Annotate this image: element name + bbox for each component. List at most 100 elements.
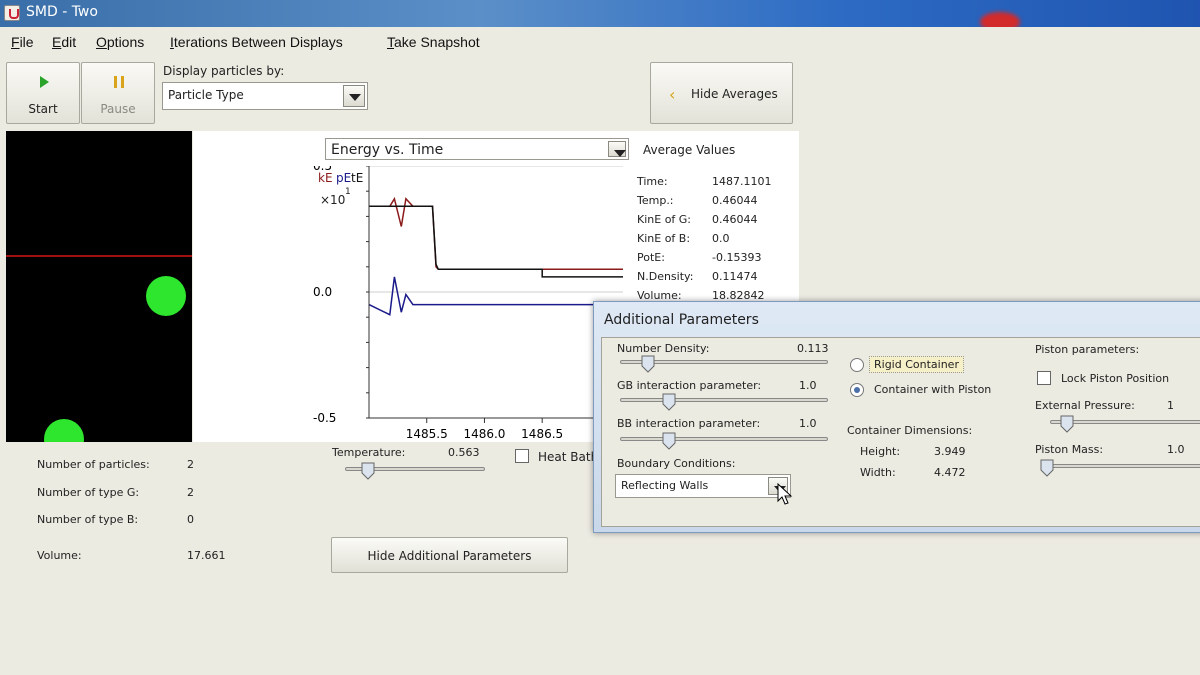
bb-param-slider-track[interactable] <box>620 437 828 441</box>
average-label: N.Density: <box>637 270 694 283</box>
menu-bar: File Edit Options Iterations Between Dis… <box>0 27 1200 57</box>
menu-file[interactable]: File <box>11 34 34 50</box>
height-label: Height: <box>860 445 901 458</box>
num-particles-value: 2 <box>187 458 194 471</box>
container-with-piston-label[interactable]: Container with Piston <box>874 383 991 396</box>
heat-bath-label: Heat Bath <box>538 450 599 464</box>
heat-bath-checkbox[interactable] <box>515 449 529 463</box>
num-particles-label: Number of particles: <box>37 458 150 471</box>
average-label: PotE: <box>637 251 665 264</box>
average-value: 0.11474 <box>712 270 758 283</box>
num-type-b-label: Number of type B: <box>37 513 139 526</box>
pause-button[interactable]: Pause <box>81 62 155 124</box>
x-tick-label: 1486.5 <box>521 427 563 441</box>
title-bar: SMD - Two <box>0 0 1200 32</box>
num-type-b-value: 0 <box>187 513 194 526</box>
average-value: 0.46044 <box>712 213 758 226</box>
hide-additional-label: Hide Additional Parameters <box>367 549 532 563</box>
x-tick-label: 1486.0 <box>463 427 505 441</box>
bb-param-slider[interactable] <box>662 432 676 450</box>
temperature-slider[interactable] <box>361 462 375 480</box>
external-pressure-value: 1 <box>1167 399 1174 412</box>
menu-options[interactable]: Options <box>96 34 144 50</box>
average-label: KinE of G: <box>637 213 692 226</box>
number-density-label: Number Density: <box>617 342 710 355</box>
boundary-conditions-label: Boundary Conditions: <box>617 457 736 470</box>
average-value: 0.0 <box>712 232 730 245</box>
piston-mass-label: Piston Mass: <box>1035 443 1104 456</box>
piston-line[interactable] <box>6 255 192 257</box>
menu-iterations[interactable]: Iterations Between Displays <box>170 34 343 50</box>
play-icon <box>40 76 49 88</box>
additional-parameters-window[interactable]: Additional Parameters Number Density: 0.… <box>593 301 1200 533</box>
temperature-value: 0.563 <box>448 446 480 459</box>
piston-mass-value: 1.0 <box>1167 443 1185 456</box>
series-line-tE <box>369 205 623 278</box>
mouse-cursor-icon <box>777 483 793 505</box>
chevron-left-icon: ‹ <box>669 85 676 104</box>
gb-param-value: 1.0 <box>799 379 817 392</box>
display-particles-select[interactable]: Particle Type <box>162 82 368 110</box>
particle-g <box>44 419 84 442</box>
boundary-conditions-value: Reflecting Walls <box>621 479 709 492</box>
volume-value: 17.661 <box>187 549 226 562</box>
simulation-canvas[interactable] <box>6 131 192 442</box>
boundary-conditions-select[interactable]: Reflecting Walls <box>615 474 791 498</box>
gb-param-label: GB interaction parameter: <box>617 379 762 392</box>
piston-mass-slider[interactable] <box>1040 459 1054 477</box>
num-type-g-value: 2 <box>187 486 194 499</box>
y-tick-label: 0.0 <box>313 285 332 299</box>
piston-parameters-header: Piston parameters: <box>1035 343 1140 356</box>
y-tick-label: -0.5 <box>313 411 336 425</box>
start-button[interactable]: Start <box>6 62 80 124</box>
hide-averages-label: Hide Averages <box>691 87 778 101</box>
start-label: Start <box>28 102 58 116</box>
width-value: 4.472 <box>934 466 966 479</box>
rigid-container-label[interactable]: Rigid Container <box>869 356 964 373</box>
average-value: -0.15393 <box>712 251 762 264</box>
hide-additional-parameters-button[interactable]: Hide Additional Parameters <box>331 537 568 573</box>
graph-type-select[interactable]: Energy vs. Time <box>325 138 629 160</box>
y-tick-label: 0.5 <box>313 166 332 173</box>
menu-take-snapshot[interactable]: Take Snapshot <box>387 34 480 50</box>
average-value: 1487.1101 <box>712 175 772 188</box>
additional-parameters-title: Additional Parameters <box>604 312 759 328</box>
graph-type-value: Energy vs. Time <box>331 142 444 158</box>
pause-icon <box>114 76 124 88</box>
window-title: SMD - Two <box>26 4 98 20</box>
number-density-value: 0.113 <box>797 342 829 355</box>
x-tick-label: 1485.5 <box>406 427 448 441</box>
series-line-pE <box>368 276 623 316</box>
lock-piston-checkbox[interactable] <box>1037 371 1051 385</box>
hide-averages-button[interactable]: ‹ Hide Averages <box>650 62 793 124</box>
average-value: 0.46044 <box>712 194 758 207</box>
series-line-kE <box>369 196 623 271</box>
container-with-piston-radio[interactable] <box>850 383 864 397</box>
display-particles-value: Particle Type <box>168 88 244 102</box>
bb-param-label: BB interaction parameter: <box>617 417 761 430</box>
particle-g <box>146 276 186 316</box>
energy-chart: 0.5 0.0 -0.5 1485.5 1486.0 1486.5 <box>313 166 623 441</box>
chevron-down-icon[interactable] <box>608 141 626 157</box>
bb-param-value: 1.0 <box>799 417 817 430</box>
chevron-down-icon[interactable] <box>343 85 365 107</box>
average-label: Temp.: <box>637 194 674 207</box>
rigid-container-radio[interactable] <box>850 358 864 372</box>
gb-param-slider-track[interactable] <box>620 398 828 402</box>
average-label: Time: <box>637 175 668 188</box>
temperature-label: Temperature: <box>332 446 406 459</box>
menu-edit[interactable]: Edit <box>52 34 76 50</box>
width-label: Width: <box>860 466 896 479</box>
lock-piston-label: Lock Piston Position <box>1061 372 1170 385</box>
volume-label: Volume: <box>37 549 82 562</box>
gb-param-slider[interactable] <box>662 393 676 411</box>
additional-parameters-body: Number Density: 0.113 GB interaction par… <box>601 337 1200 527</box>
pause-label: Pause <box>100 102 136 116</box>
external-pressure-label: External Pressure: <box>1035 399 1135 412</box>
container-dimensions-header: Container Dimensions: <box>847 424 973 437</box>
external-pressure-slider[interactable] <box>1060 415 1074 433</box>
num-type-g-label: Number of type G: <box>37 486 140 499</box>
height-value: 3.949 <box>934 445 966 458</box>
piston-mass-slider-track[interactable] <box>1042 464 1200 468</box>
number-density-slider[interactable] <box>641 355 655 373</box>
